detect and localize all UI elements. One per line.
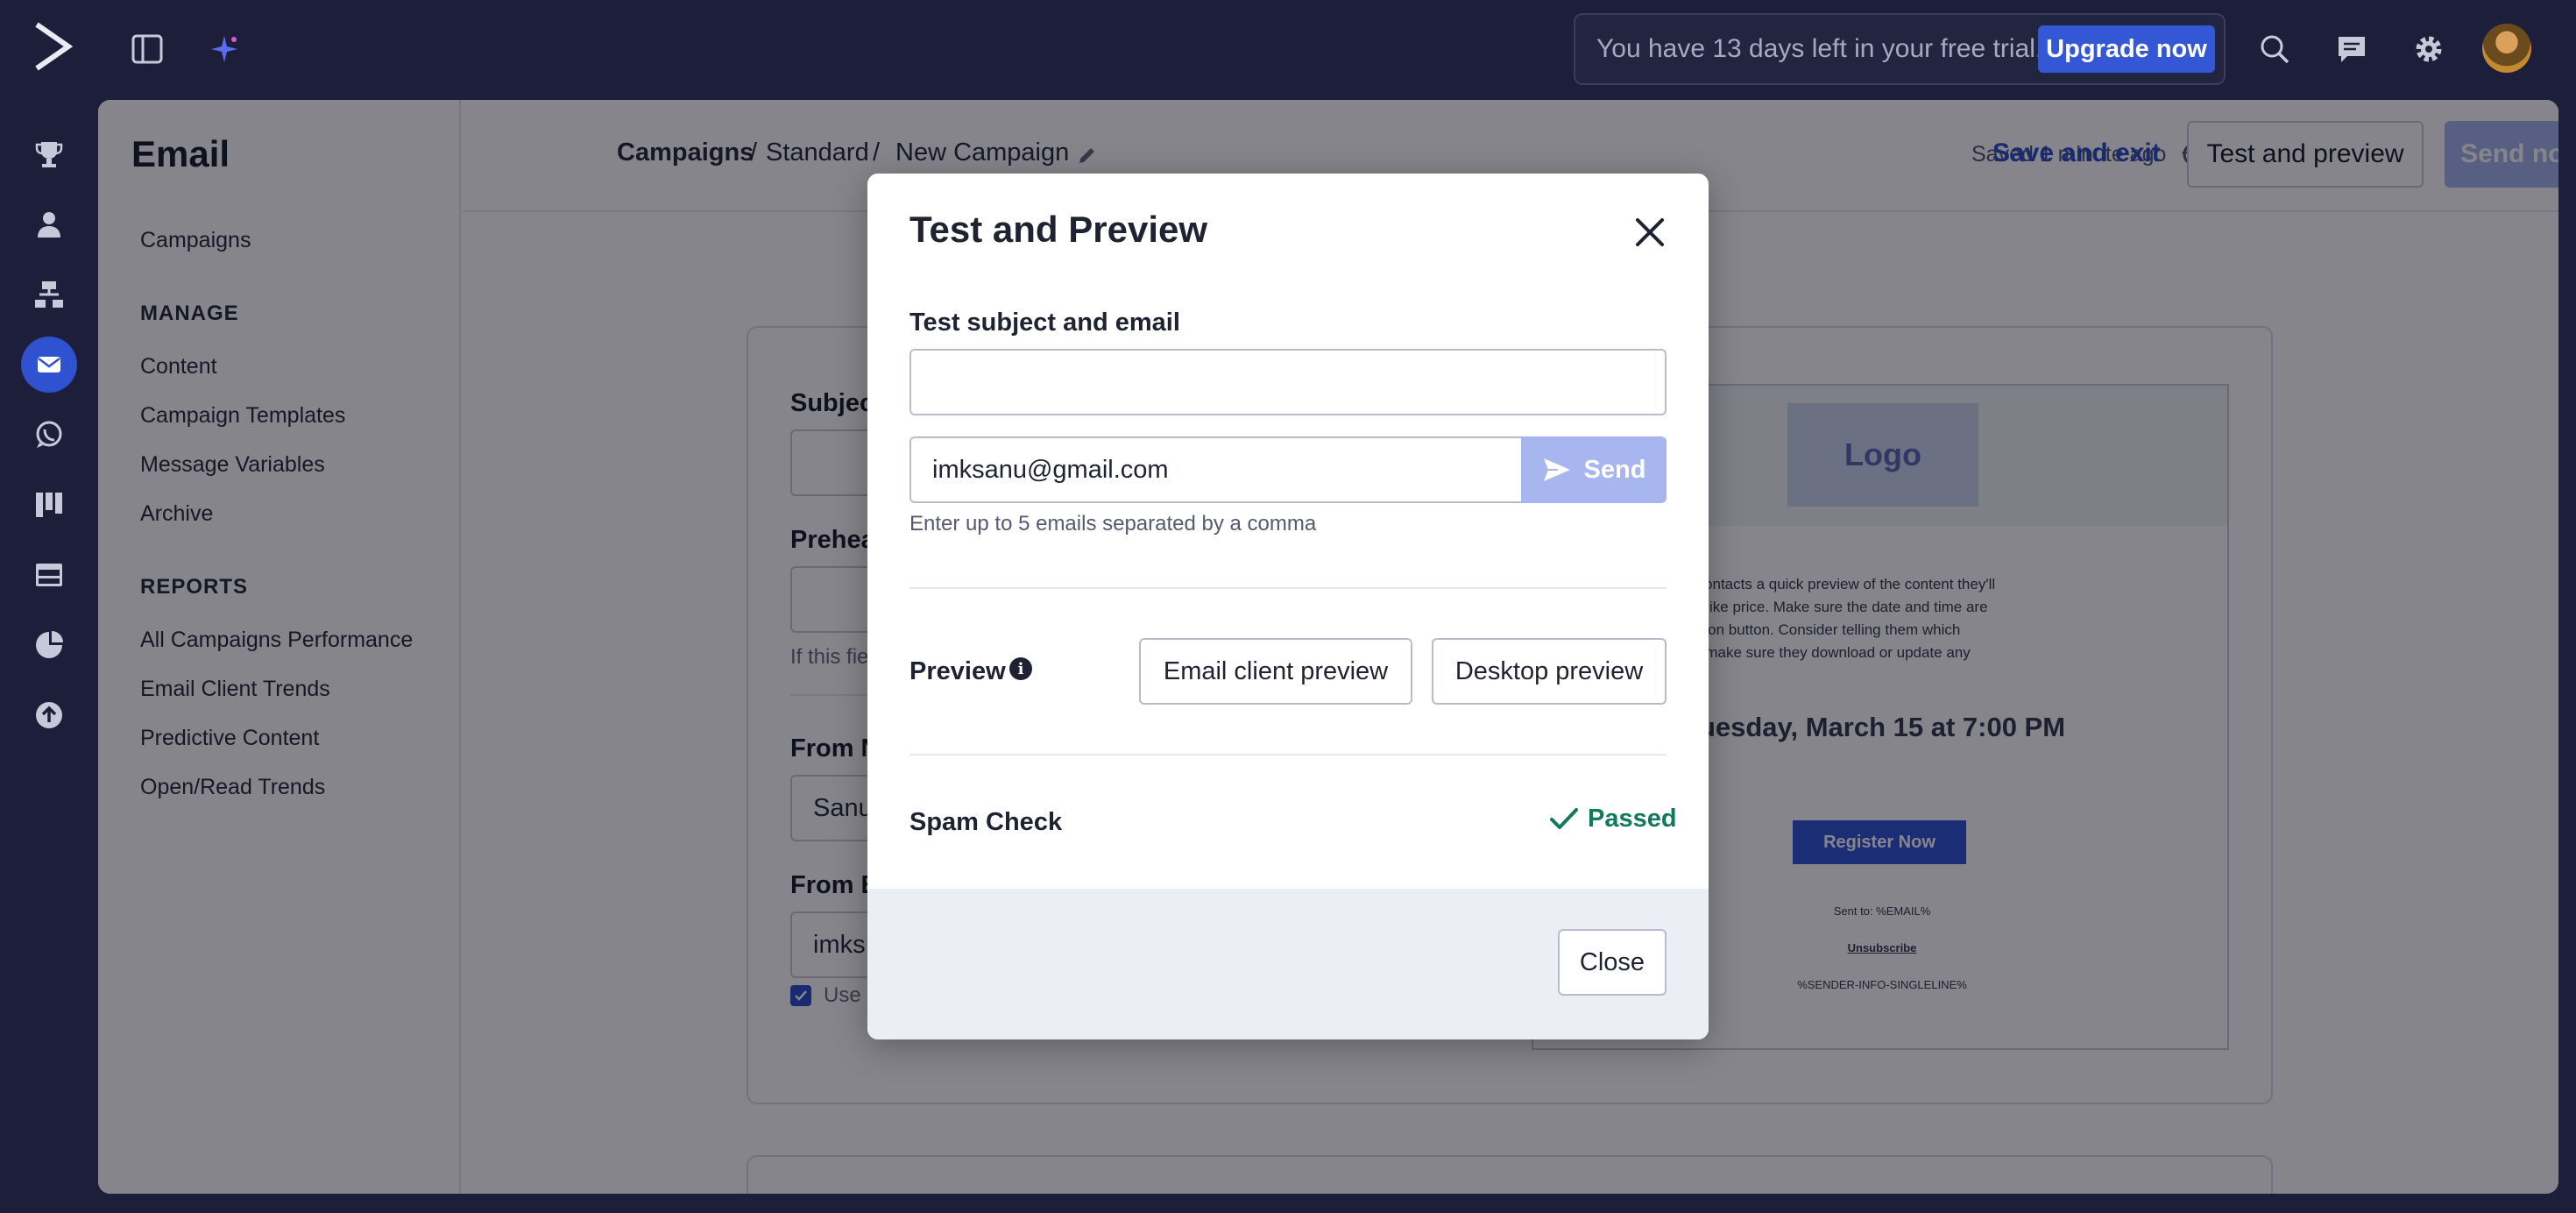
modal-divider xyxy=(909,587,1667,589)
whatsapp-icon[interactable] xyxy=(30,415,68,454)
trial-banner: You have 13 days left in your free trial… xyxy=(1574,13,2226,85)
send-test-label: Send xyxy=(1583,455,1646,484)
spam-check-label: Spam Check xyxy=(909,808,1063,836)
spam-check-status: Passed xyxy=(1549,805,1677,833)
send-icon xyxy=(1543,458,1570,481)
email-client-preview-button[interactable]: Email client preview xyxy=(1139,638,1412,705)
desktop-preview-button[interactable]: Desktop preview xyxy=(1432,638,1667,705)
search-icon[interactable] xyxy=(2255,30,2294,68)
modal-footer: Close xyxy=(867,889,1709,1039)
modal-divider xyxy=(909,754,1667,755)
email-hint: Enter up to 5 emails separated by a comm… xyxy=(909,512,1317,536)
info-icon[interactable]: i xyxy=(1009,657,1032,680)
email-icon[interactable] xyxy=(30,345,68,384)
trophy-icon[interactable] xyxy=(30,135,68,174)
preview-label: Preview xyxy=(909,657,1006,685)
reports-pie-icon[interactable] xyxy=(30,626,68,664)
test-and-preview-modal: Test and Preview Test subject and email … xyxy=(867,174,1709,1039)
top-bar: You have 13 days left in your free trial… xyxy=(0,0,2576,100)
contacts-icon[interactable] xyxy=(30,205,68,244)
close-button[interactable]: Close xyxy=(1558,929,1667,996)
ai-sparkle-icon[interactable] xyxy=(205,30,244,68)
modal-title: Test and Preview xyxy=(909,209,1208,250)
app-logo-icon[interactable] xyxy=(33,21,74,72)
user-avatar[interactable] xyxy=(2482,24,2531,73)
test-email-input[interactable]: imksanu@gmail.com xyxy=(909,436,1523,503)
trial-text: You have 13 days left in your free trial… xyxy=(1596,34,2043,63)
close-icon[interactable] xyxy=(1628,210,1672,254)
upload-icon[interactable] xyxy=(30,696,68,734)
gear-icon[interactable] xyxy=(2410,30,2448,68)
spam-check-status-text: Passed xyxy=(1588,805,1677,833)
test-subject-email-label: Test subject and email xyxy=(909,309,1180,337)
test-subject-input[interactable] xyxy=(909,349,1667,415)
check-icon xyxy=(1550,807,1578,829)
website-icon[interactable] xyxy=(30,556,68,594)
automations-icon[interactable] xyxy=(30,275,68,314)
send-test-button[interactable]: Send xyxy=(1521,436,1667,503)
chat-icon[interactable] xyxy=(2332,30,2371,68)
deals-board-icon[interactable] xyxy=(30,486,68,524)
sidebar-toggle-icon[interactable] xyxy=(128,30,166,68)
upgrade-now-button[interactable]: Upgrade now xyxy=(2038,25,2215,73)
